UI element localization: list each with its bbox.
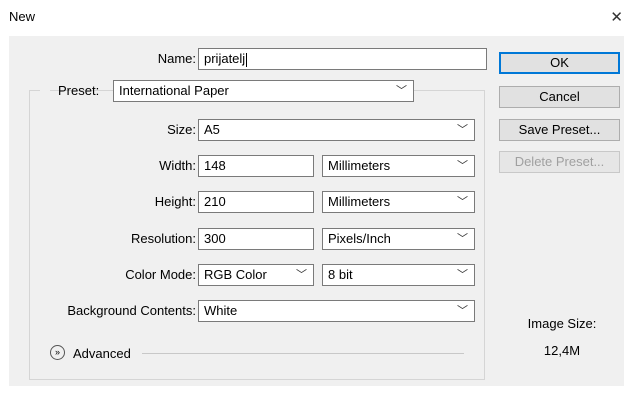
name-label: Name:	[157, 51, 196, 66]
color-mode-value: RGB Color	[204, 267, 267, 282]
background-contents-label: Background Contents:	[67, 303, 196, 318]
height-input[interactable]: 210	[198, 191, 314, 213]
preset-legend: Preset:	[40, 79, 99, 103]
background-contents-value: White	[204, 303, 238, 318]
height-unit-value: Millimeters	[328, 194, 391, 209]
width-unit-select[interactable]: Millimeters ﹀	[322, 155, 475, 177]
width-unit-value: Millimeters	[328, 158, 391, 173]
text-cursor	[246, 52, 248, 67]
size-label: Size:	[167, 122, 196, 137]
chevron-down-icon: ﹀	[296, 269, 307, 281]
resolution-unit-select[interactable]: Pixels/Inch ﹀	[322, 228, 475, 250]
advanced-toggle-label[interactable]: Advanced	[73, 346, 131, 361]
preset-select-value: International Paper	[119, 83, 229, 98]
image-size-value: 12,4M	[543, 343, 581, 358]
chevron-down-icon: ﹀	[457, 160, 468, 172]
bit-depth-select[interactable]: 8 bit ﹀	[322, 264, 475, 286]
close-icon[interactable]: ✕	[610, 8, 623, 26]
save-preset-button[interactable]: Save Preset...	[499, 119, 620, 141]
chevron-down-icon: ﹀	[457, 269, 468, 281]
preset-label: Preset:	[58, 83, 100, 98]
ok-button[interactable]: OK	[499, 52, 620, 74]
width-input[interactable]: 148	[198, 155, 314, 177]
resolution-label: Resolution:	[130, 231, 196, 246]
advanced-divider	[142, 353, 464, 354]
chevron-down-icon: ﹀	[457, 124, 468, 136]
height-input-value: 210	[204, 194, 226, 209]
height-unit-select[interactable]: Millimeters ﹀	[322, 191, 475, 213]
width-input-value: 148	[204, 158, 226, 173]
name-input[interactable]: prijatelj	[198, 48, 487, 70]
resolution-unit-value: Pixels/Inch	[328, 231, 391, 246]
bit-depth-value: 8 bit	[328, 267, 353, 282]
expand-chevrons-icon[interactable]: »	[50, 345, 65, 360]
chevron-down-icon: ﹀	[457, 305, 468, 317]
size-select-value: A5	[204, 122, 220, 137]
chevron-down-icon: ﹀	[396, 85, 407, 97]
title-bar: New ✕	[0, 0, 633, 36]
size-select[interactable]: A5 ﹀	[198, 119, 475, 141]
name-input-value: prijatelj	[204, 51, 246, 66]
color-mode-select[interactable]: RGB Color ﹀	[198, 264, 314, 286]
height-label: Height:	[154, 194, 196, 209]
resolution-input-value: 300	[204, 231, 226, 246]
resolution-input[interactable]: 300	[198, 228, 314, 250]
image-size-label: Image Size:	[527, 316, 597, 331]
chevron-down-icon: ﹀	[457, 233, 468, 245]
window-title: New	[9, 9, 36, 24]
background-contents-select[interactable]: White ﹀	[198, 300, 475, 322]
cancel-button[interactable]: Cancel	[499, 86, 620, 108]
width-label: Width:	[159, 158, 196, 173]
delete-preset-button: Delete Preset...	[499, 151, 620, 173]
preset-select[interactable]: International Paper ﹀	[113, 80, 414, 102]
chevron-down-icon: ﹀	[457, 196, 468, 208]
color-mode-label: Color Mode:	[125, 267, 196, 282]
